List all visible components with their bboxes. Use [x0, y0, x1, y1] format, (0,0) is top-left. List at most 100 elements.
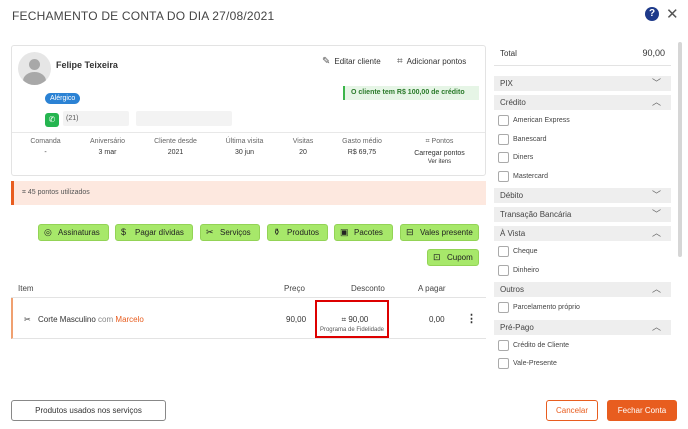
payment-group-5[interactable]: Outros ︿	[494, 282, 671, 297]
payment-group-1[interactable]: Crédito ︿	[494, 95, 671, 110]
total-row: Total 90,00	[494, 42, 671, 66]
payment-group-label: Transação Bancária	[500, 210, 572, 219]
chevron-up-icon: ︿	[651, 97, 661, 107]
checkbox[interactable]	[498, 246, 509, 257]
payment-option[interactable]: Parcelamento próprio	[498, 302, 671, 316]
pacotes-button[interactable]: ▣ Pacotes	[334, 224, 393, 241]
payment-option[interactable]: Diners	[498, 152, 671, 166]
item-cell[interactable]: Corte Masculino com Marcelo	[38, 315, 144, 324]
scrollbar[interactable]	[678, 42, 682, 257]
edit-user-icon: ✎	[322, 56, 331, 67]
checkbox[interactable]	[498, 170, 509, 182]
scissors-icon: ✂	[206, 227, 214, 237]
payment-group-label: Débito	[500, 191, 524, 200]
client-name: Felipe Teixeira	[56, 60, 118, 70]
package-icon: ▣	[340, 227, 349, 237]
more-options-icon[interactable]: ⋮	[466, 312, 477, 325]
add-points-link[interactable]: ⌗ Adicionar pontos	[397, 56, 466, 67]
payment-option-label: Crédito de Cliente	[513, 341, 570, 349]
checkbox[interactable]	[498, 133, 509, 145]
payment-option-label: Banescard	[513, 135, 547, 143]
chevron-up-icon: ︿	[651, 321, 661, 332]
payment-group-0[interactable]: PIX ﹀	[494, 76, 671, 91]
whatsapp-icon[interactable]: ✆	[45, 113, 59, 127]
payment-option-label: Mastercard	[513, 172, 549, 180]
avatar	[18, 52, 51, 85]
help-icon[interactable]: ?	[645, 7, 659, 21]
client-card: Felipe Teixeira ✎ Editar cliente ⌗ Adicion…	[11, 45, 486, 176]
stat-ultima-visita: Última visita 30 jun	[225, 138, 264, 156]
payment-option[interactable]: Vale-Presente	[498, 358, 671, 372]
payment-option-label: Dinheiro	[513, 266, 540, 274]
payment-group-label: Crédito	[500, 98, 526, 107]
stat-comanda: Comanda -	[30, 138, 61, 156]
points-used-banner: ⌗ 45 pontos utilizados	[11, 181, 486, 205]
bottle-icon: ⚱	[273, 227, 281, 237]
checkbox[interactable]	[498, 339, 509, 351]
payment-option[interactable]: Banescard	[498, 133, 671, 148]
produtos-usados-button[interactable]: Produtos usados nos serviços	[11, 400, 166, 421]
checkbox[interactable]	[498, 115, 509, 126]
col-item: Item	[18, 284, 34, 293]
chevron-up-icon: ︿	[651, 284, 661, 294]
payment-panel: Total 90,00 PIX ﹀ Crédito ︿ American Express…	[494, 42, 677, 387]
chevron-down-icon: ﹀	[651, 190, 661, 200]
payment-option-label: Parcelamento próprio	[513, 304, 580, 311]
payment-group-6[interactable]: Pré-Pago ︿	[494, 319, 671, 335]
payment-group-label: Pré-Pago	[500, 322, 534, 332]
col-desconto: Desconto	[351, 284, 385, 293]
cancel-button[interactable]: Cancelar	[546, 400, 598, 421]
checkbox[interactable]	[498, 152, 509, 163]
allergy-badge: Alérgico	[45, 93, 81, 104]
add-points-label: Adicionar pontos	[406, 57, 467, 66]
payment-group-label: PIX	[500, 79, 513, 88]
stat-cliente-desde: Cliente desde 2021	[154, 138, 197, 156]
phone-field[interactable]: (21)	[63, 111, 129, 126]
chevron-down-icon: ﹀	[651, 209, 661, 219]
payment-option-label: Diners	[513, 154, 534, 161]
stat-pontos[interactable]: ⌗ Pontos Carregar pontos Ver itens	[397, 138, 482, 165]
produtos-button[interactable]: ⚱ Produtos	[267, 224, 328, 241]
payment-option[interactable]: American Express	[498, 115, 671, 129]
close-icon[interactable]: ✕	[666, 5, 679, 23]
payment-option-label: Cheque	[513, 248, 538, 255]
close-account-button[interactable]: Fechar Conta	[607, 400, 677, 421]
payment-option[interactable]: Cheque	[498, 246, 671, 260]
payment-option[interactable]: Dinheiro	[498, 264, 671, 279]
vales-presente-button[interactable]: ⊟ Vales presente	[400, 224, 479, 241]
preco-cell: 90,00	[286, 315, 307, 324]
payment-option-label: Vale-Presente	[513, 360, 557, 367]
checkbox[interactable]	[498, 358, 509, 369]
total-value: 90,00	[642, 48, 665, 58]
discount-cell[interactable]: ⌗ 90,00 Programa de Fidelidade	[315, 300, 389, 338]
stat-gasto-medio: Gasto médio R$ 69,75	[342, 138, 382, 156]
payment-option[interactable]: Mastercard	[498, 170, 671, 185]
col-preco: Preço	[284, 284, 305, 293]
cupom-button[interactable]: ⊡ Cupom	[427, 249, 479, 266]
scissors-icon: ✂	[24, 315, 31, 324]
payment-group-2[interactable]: Débito ﹀	[494, 188, 671, 203]
payment-group-4[interactable]: À Vista ︿	[494, 226, 671, 241]
chevron-up-icon: ︿	[651, 228, 661, 238]
servicos-button[interactable]: ✂ Serviços	[200, 224, 260, 241]
dollar-circle-icon: $	[121, 227, 127, 237]
phone-secondary-field[interactable]	[136, 111, 232, 126]
gift-card-icon: ⊟	[406, 227, 414, 237]
payment-group-label: À Vista	[500, 229, 526, 238]
edit-client-link[interactable]: ✎ Editar cliente	[322, 56, 381, 67]
payment-option[interactable]: Crédito de Cliente	[498, 339, 671, 354]
check-circle-icon: ◎	[44, 227, 52, 237]
payment-group-3[interactable]: Transação Bancária ﹀	[494, 207, 671, 222]
dialog-title: FECHAMENTO DE CONTA DO DIA 27/08/2021	[12, 9, 275, 23]
ticket-icon: ⊡	[433, 252, 441, 262]
checkbox[interactable]	[498, 302, 509, 313]
dialog-header: FECHAMENTO DE CONTA DO DIA 27/08/2021 ? …	[0, 0, 688, 30]
stat-visitas: Visitas 20	[292, 138, 314, 156]
payment-group-label: Outros	[500, 285, 525, 294]
col-apagar: A pagar	[418, 284, 446, 293]
stat-aniversario: Aniversário 3 mar	[89, 138, 125, 156]
checkbox[interactable]	[498, 264, 509, 276]
total-label: Total	[500, 49, 517, 58]
pagar-dividas-button[interactable]: $ Pagar dívidas	[115, 224, 193, 241]
assinaturas-button[interactable]: ◎ Assinaturas	[38, 224, 109, 241]
